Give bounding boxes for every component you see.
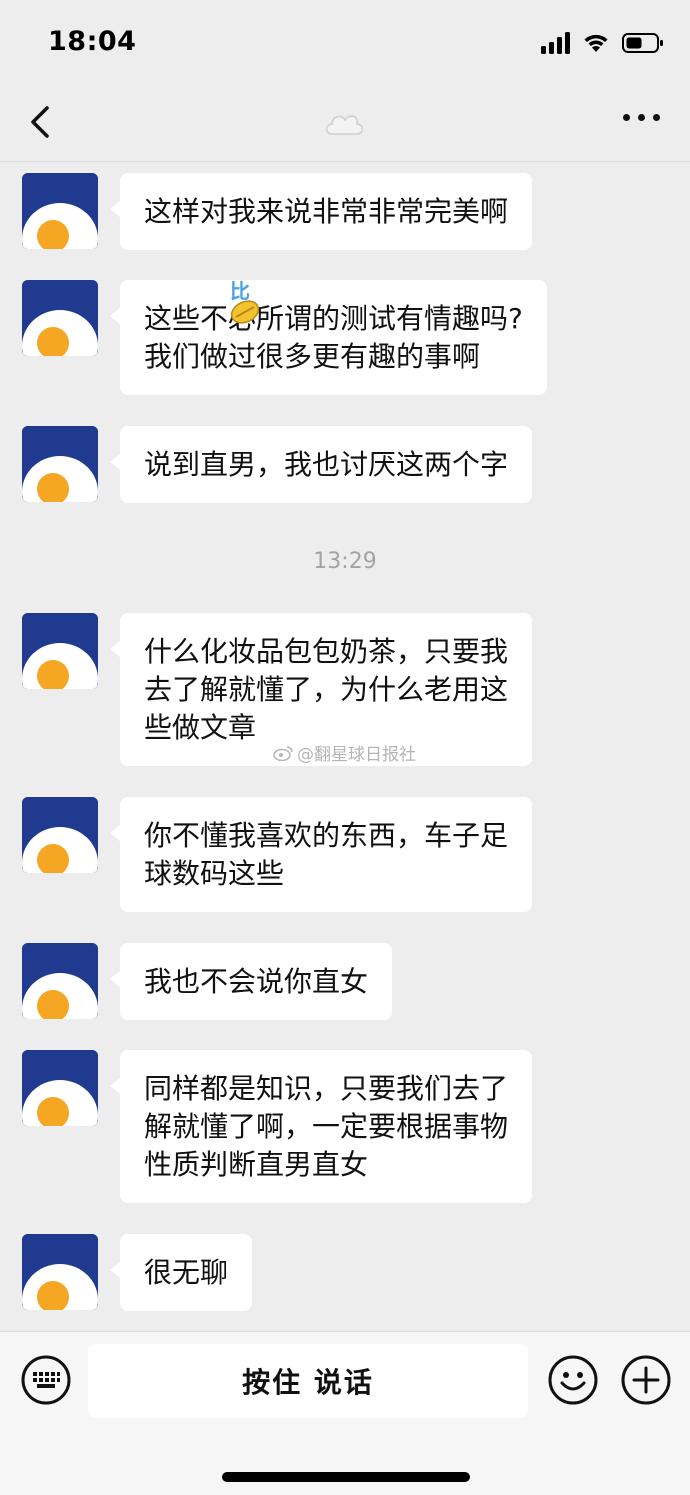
- status-bar: 18:04: [0, 0, 690, 86]
- message-bubble[interactable]: 你不懂我喜欢的东西，车子足 球数码这些: [109, 797, 533, 912]
- time-separator: 13:29: [313, 549, 377, 574]
- hold-to-talk-button[interactable]: 按住 说话: [88, 1344, 528, 1418]
- cloud-icon: [326, 115, 363, 135]
- keyboard-icon[interactable]: [20, 1354, 72, 1406]
- pencil-sticker-icon: [230, 300, 260, 324]
- message-bubble[interactable]: 我也不会说你直女: [109, 943, 393, 1020]
- avatar[interactable]: [22, 1050, 98, 1126]
- avatar[interactable]: [22, 426, 98, 502]
- weibo-logo-icon: [273, 745, 293, 761]
- battery-icon: [622, 33, 663, 53]
- watermark-text: @翻星球日报社: [297, 745, 416, 765]
- more-dots-icon[interactable]: [623, 114, 660, 121]
- message-bubble[interactable]: 这样对我来说非常非常完美啊: [109, 173, 533, 250]
- avatar[interactable]: [22, 1234, 98, 1310]
- avatar[interactable]: [22, 797, 98, 873]
- message-bubble[interactable]: 这些不必所谓的测试有情趣吗? 我们做过很多更有趣的事啊: [110, 280, 547, 395]
- wifi-icon: [584, 34, 608, 52]
- status-icons: [541, 30, 664, 56]
- chevron-left-icon[interactable]: [22, 102, 62, 142]
- nav-bar: [0, 86, 690, 162]
- plus-icon[interactable]: [620, 1354, 672, 1406]
- chat-screen: 18:04 这样对我来说非常非常完美啊 这些不必所谓的测试有情趣吗? 我们做过很…: [0, 0, 690, 1495]
- emoji-icon[interactable]: [547, 1354, 599, 1406]
- avatar[interactable]: [22, 173, 98, 249]
- signal-icon: [541, 32, 570, 54]
- message-bubble[interactable]: 同样都是知识，只要我们去了 解就懂了啊，一定要根据事物 性质判断直男直女: [109, 1050, 533, 1203]
- home-indicator[interactable]: [222, 1472, 470, 1482]
- sticker: 比: [226, 275, 266, 327]
- status-time: 18:04: [48, 26, 137, 57]
- watermark: @翻星球日报社: [273, 740, 416, 765]
- input-bar: 按住 说话: [0, 1331, 690, 1495]
- avatar[interactable]: [22, 943, 98, 1019]
- message-bubble[interactable]: 说到直男，我也讨厌这两个字: [109, 426, 533, 503]
- avatar[interactable]: [22, 280, 98, 356]
- avatar[interactable]: [22, 613, 98, 689]
- message-bubble[interactable]: 很无聊: [109, 1234, 253, 1311]
- chat-area[interactable]: 这样对我来说非常非常完美啊 这些不必所谓的测试有情趣吗? 我们做过很多更有趣的事…: [0, 163, 690, 1333]
